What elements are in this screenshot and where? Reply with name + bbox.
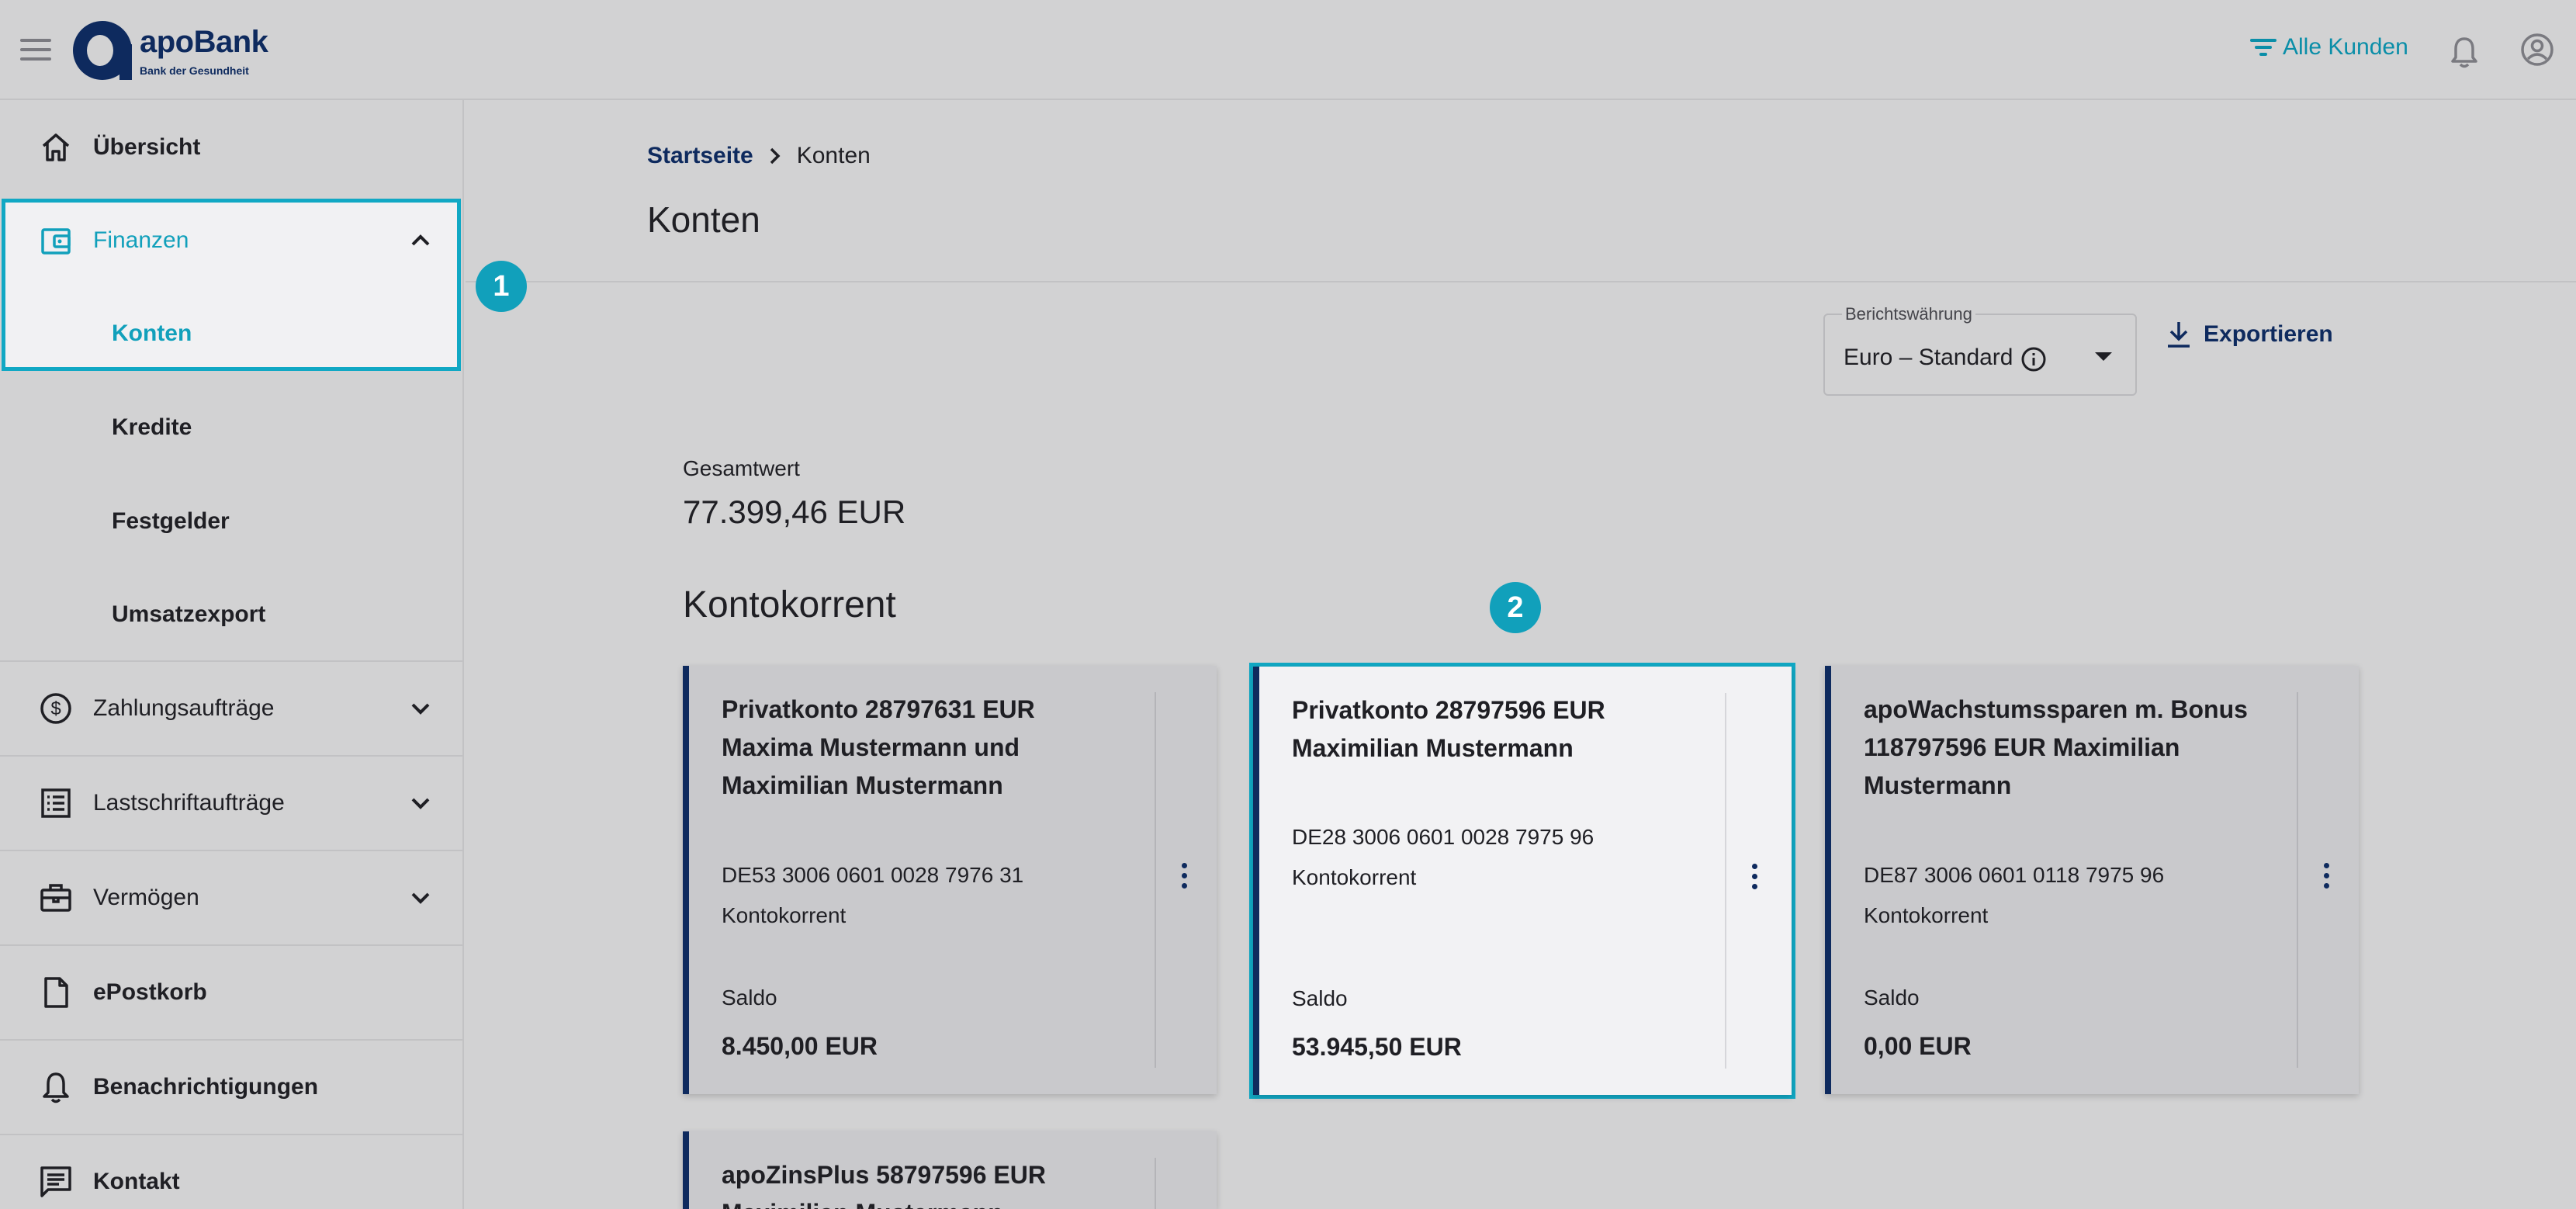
sidebar-item-label: Übersicht bbox=[93, 134, 201, 160]
apobank-logo[interactable]: apoBank Bank der Gesundheit bbox=[73, 16, 268, 85]
sidebar-item-lastschriftauftraege[interactable]: Lastschriftaufträge bbox=[0, 757, 462, 850]
document-icon bbox=[44, 977, 68, 1008]
chevron-down-icon[interactable] bbox=[405, 693, 436, 724]
sidebar-item-overview[interactable]: Übersicht bbox=[0, 101, 462, 194]
account-card[interactable]: apoZinsPlus 58797596 EUR Maximilian Must… bbox=[683, 1131, 1217, 1209]
step-badge-1: 1 bbox=[476, 261, 527, 312]
account-title: Privatkonto 28797631 EUR Maxima Musterma… bbox=[722, 695, 1035, 799]
more-vertical-icon[interactable] bbox=[2322, 863, 2331, 894]
filter-icon bbox=[2249, 36, 2278, 59]
account-title: Privatkonto 28797596 EUR Maximilian Must… bbox=[1292, 696, 1605, 762]
account-iban: DE87 3006 0601 0118 7975 96 bbox=[1864, 863, 2165, 887]
card-divider bbox=[1155, 692, 1156, 1068]
account-iban: DE28 3006 0601 0028 7975 96 bbox=[1292, 825, 1594, 849]
sidebar-item-label: Kontakt bbox=[93, 1169, 180, 1194]
info-icon[interactable] bbox=[2020, 346, 2047, 372]
total-value: 77.399,46 EUR bbox=[683, 494, 906, 530]
account-type: Kontokorrent bbox=[1292, 865, 1417, 889]
balance-label: Saldo bbox=[722, 986, 777, 1010]
sidebar-item-zahlungsauftraege[interactable]: $ Zahlungsaufträge bbox=[0, 662, 462, 755]
sidebar-subitem-festgelder[interactable]: Festgelder bbox=[0, 475, 462, 568]
breadcrumb-current: Konten bbox=[796, 143, 871, 168]
sidebar-item-label: Benachrichtigungen bbox=[93, 1074, 319, 1100]
more-vertical-icon[interactable] bbox=[1179, 863, 1189, 894]
menu-icon[interactable] bbox=[20, 39, 51, 62]
sidebar-item-epostkorb[interactable]: ePostkorb bbox=[0, 946, 462, 1039]
page-title: Konten bbox=[647, 199, 760, 240]
step-badge-2: 2 bbox=[1490, 582, 1541, 633]
logo-name: apoBank bbox=[140, 24, 268, 59]
wallet-icon bbox=[41, 228, 71, 255]
svg-text:$: $ bbox=[50, 698, 61, 719]
breadcrumb: Startseite Konten bbox=[647, 143, 871, 169]
sidebar-item-label: Zahlungsaufträge bbox=[93, 695, 275, 721]
currency-select-label: Berichtswährung bbox=[1842, 304, 1975, 324]
sidebar-item-label: Finanzen bbox=[93, 227, 189, 253]
account-title: apoZinsPlus 58797596 EUR Maximilian Must… bbox=[722, 1161, 1046, 1209]
sidebar-item-label: Vermögen bbox=[93, 885, 199, 910]
dollar-circle-icon: $ bbox=[40, 693, 71, 724]
home-icon bbox=[42, 133, 70, 161]
sidebar-subitem-label: Festgelder bbox=[112, 508, 230, 534]
customer-filter-label: Alle Kunden bbox=[2283, 34, 2408, 60]
currency-select-value: Euro – Standard bbox=[1844, 345, 2013, 370]
sidebar-item-vermoegen[interactable]: Vermögen bbox=[0, 851, 462, 944]
logo-tagline: Bank der Gesundheit bbox=[140, 64, 249, 77]
sidebar-item-kontakt[interactable]: Kontakt bbox=[0, 1135, 462, 1209]
account-type: Kontokorrent bbox=[1864, 903, 1989, 927]
account-type: Kontokorrent bbox=[722, 903, 847, 927]
sidebar-subitem-kredite[interactable]: Kredite bbox=[0, 381, 462, 474]
total-value-label: Gesamtwert bbox=[683, 456, 800, 480]
balance-value: 8.450,00 EUR bbox=[722, 1032, 878, 1060]
account-card[interactable]: Privatkonto 28797631 EUR Maxima Musterma… bbox=[683, 666, 1217, 1094]
more-vertical-icon[interactable] bbox=[1750, 864, 1759, 895]
caret-down-icon bbox=[2095, 352, 2112, 361]
top-bar: apoBank Bank der Gesundheit Alle Kunden bbox=[0, 0, 2576, 100]
bell-icon[interactable] bbox=[2449, 36, 2480, 68]
customer-filter-link[interactable]: Alle Kunden bbox=[2249, 34, 2408, 61]
logo-mark-icon bbox=[73, 21, 132, 80]
balance-label: Saldo bbox=[1864, 986, 1920, 1010]
account-card-selected[interactable]: Privatkonto 28797596 EUR Maximilian Must… bbox=[1253, 667, 1792, 1095]
export-button[interactable]: Exportieren bbox=[2165, 320, 2333, 349]
chat-icon bbox=[40, 1166, 71, 1197]
sidebar-item-label: ePostkorb bbox=[93, 979, 207, 1005]
balance-value: 53.945,50 EUR bbox=[1292, 1033, 1462, 1061]
account-title: apoWachstumssparen m. Bonus 118797596 EU… bbox=[1864, 695, 2248, 799]
currency-select[interactable]: Berichtswährung Euro – Standard bbox=[1823, 304, 2137, 396]
download-icon bbox=[2168, 322, 2190, 348]
chevron-down-icon[interactable] bbox=[405, 882, 436, 913]
balance-label: Saldo bbox=[1292, 986, 1348, 1010]
chevron-right-icon bbox=[770, 147, 781, 165]
account-iban: DE53 3006 0601 0028 7976 31 bbox=[722, 863, 1024, 887]
sidebar-subitem-label: Umsatzexport bbox=[112, 601, 266, 627]
account-card[interactable]: apoWachstumssparen m. Bonus 118797596 EU… bbox=[1825, 666, 2359, 1094]
briefcase-icon bbox=[40, 884, 71, 912]
card-divider bbox=[2297, 692, 2298, 1068]
section-title-kontokorrent: Kontokorrent bbox=[683, 584, 896, 625]
card-divider bbox=[1155, 1158, 1156, 1209]
sidebar-subitem-konten[interactable]: Konten bbox=[0, 287, 462, 380]
sidebar-subitem-label: Kredite bbox=[112, 414, 192, 440]
sidebar-subitem-label: Konten bbox=[112, 320, 192, 346]
header-divider bbox=[466, 281, 2576, 282]
balance-value: 0,00 EUR bbox=[1864, 1032, 1972, 1060]
sidebar-item-finanzen[interactable]: Finanzen bbox=[0, 194, 462, 287]
sidebar-item-benachrichtigungen[interactable]: Benachrichtigungen bbox=[0, 1041, 462, 1134]
sidebar-item-label: Lastschriftaufträge bbox=[93, 790, 285, 816]
card-divider bbox=[1725, 693, 1726, 1069]
breadcrumb-home-link[interactable]: Startseite bbox=[647, 143, 753, 169]
user-account-icon[interactable] bbox=[2520, 33, 2554, 67]
export-label: Exportieren bbox=[2204, 321, 2333, 347]
chevron-up-icon[interactable] bbox=[405, 225, 436, 256]
bell-icon bbox=[43, 1072, 69, 1103]
sidebar-subitem-umsatzexport[interactable]: Umsatzexport bbox=[0, 568, 462, 661]
chevron-down-icon[interactable] bbox=[405, 788, 436, 819]
list-icon bbox=[41, 788, 71, 818]
